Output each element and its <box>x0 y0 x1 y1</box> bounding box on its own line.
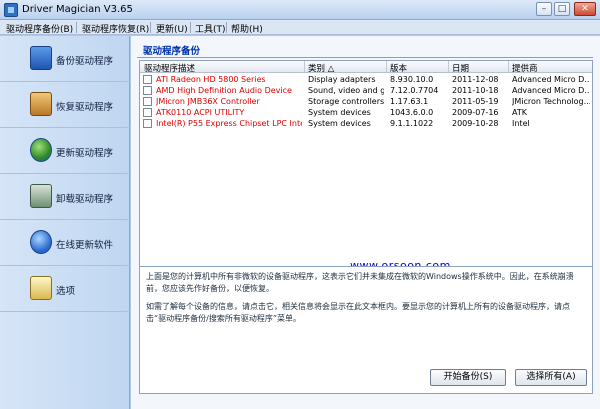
select-all-button[interactable]: 选择所有(A) <box>515 369 587 386</box>
sidebar-item-uninstall[interactable]: 卸载驱动程序 <box>0 174 130 220</box>
minimize-button[interactable]: – <box>536 2 552 16</box>
driver-provider: Intel <box>512 119 530 128</box>
sidebar-item-label: 更新驱动程序 <box>56 148 114 159</box>
row-checkbox[interactable] <box>143 86 152 95</box>
table-row[interactable]: Intel(R) P55 Express Chipset LPC Interfa… <box>140 118 592 129</box>
column-header-date[interactable]: 日期 <box>452 62 469 74</box>
column-divider[interactable] <box>448 61 449 72</box>
driver-version: 8.930.10.0 <box>390 75 434 84</box>
driver-category: Sound, video and g... <box>308 86 384 95</box>
driver-category: Display adapters <box>308 75 376 84</box>
list-header: 驱动程序描述 类别 △ 版本 日期 提供商 <box>140 61 592 74</box>
sidebar-item-backup[interactable]: 备份驱动程序 <box>0 36 130 82</box>
driver-date: 2009-07-16 <box>452 108 499 117</box>
driver-date: 2011-05-19 <box>452 97 499 106</box>
online-update-icon <box>30 230 52 254</box>
driver-category: System devices <box>308 119 371 128</box>
sidebar: 备份驱动程序 恢复驱动程序 更新驱动程序 卸载驱动程序 在线更新软件 选项 <box>0 36 130 409</box>
table-row[interactable]: AMD High Definition Audio Device Sound, … <box>140 85 592 96</box>
driver-date: 2011-12-08 <box>452 75 499 84</box>
column-header-version[interactable]: 版本 <box>390 62 407 74</box>
trash-icon <box>30 184 52 208</box>
column-header-provider[interactable]: 提供商 <box>512 62 538 74</box>
driver-date: 2011-10-18 <box>452 86 499 95</box>
column-divider[interactable] <box>386 61 387 72</box>
driver-list: 驱动程序描述 类别 △ 版本 日期 提供商 ATI Radeon HD 5800… <box>139 60 593 292</box>
close-button[interactable]: ✕ <box>574 2 596 16</box>
driver-provider: Advanced Micro D... <box>512 86 590 95</box>
driver-version: 9.1.1.1022 <box>390 119 434 128</box>
section-divider <box>137 57 593 58</box>
row-checkbox[interactable] <box>143 75 152 84</box>
driver-provider: Advanced Micro D... <box>512 75 590 84</box>
restore-button[interactable]: □ <box>554 2 570 16</box>
driver-name: Intel(R) P55 Express Chipset LPC Interfa… <box>156 119 302 128</box>
menu-separator <box>190 22 191 33</box>
driver-provider: JMicron Technolog... <box>512 97 590 106</box>
row-checkbox[interactable] <box>143 108 152 117</box>
sidebar-item-label: 选项 <box>56 286 76 297</box>
column-divider[interactable] <box>304 61 305 72</box>
menu-bar: 驱动程序备份(B) 驱动程序恢复(R) 更新(U) 工具(T) 帮助(H) <box>0 20 600 35</box>
driver-version: 7.12.0.7704 <box>390 86 439 95</box>
column-header-category[interactable]: 类别 △ <box>308 62 334 74</box>
sidebar-item-label: 备份驱动程序 <box>56 56 114 67</box>
update-globe-icon <box>30 138 52 162</box>
driver-provider: ATK <box>512 108 527 117</box>
description-text: 如需了解每个设备的信息，请点击它，相关信息将会显示在此文本框内。要显示您的计算机… <box>146 302 570 323</box>
sidebar-item-options[interactable]: 选项 <box>0 266 130 312</box>
driver-category: System devices <box>308 108 371 117</box>
table-row[interactable]: ATK0110 ACPI UTILITY System devices 1043… <box>140 107 592 118</box>
column-divider[interactable] <box>508 61 509 72</box>
menu-update[interactable]: 更新(U) <box>156 22 188 35</box>
app-icon <box>4 3 18 17</box>
driver-name: JMicron JMB36X Controller <box>156 97 260 106</box>
driver-version: 1043.6.0.0 <box>390 108 434 117</box>
row-checkbox[interactable] <box>143 119 152 128</box>
sidebar-item-restore[interactable]: 恢复驱动程序 <box>0 82 130 128</box>
sidebar-item-online-update[interactable]: 在线更新软件 <box>0 220 130 266</box>
driver-date: 2009-10-28 <box>452 119 499 128</box>
driver-name: ATK0110 ACPI UTILITY <box>156 108 245 117</box>
main-panel: 驱动程序备份 驱动程序描述 类别 △ 版本 日期 提供商 ATI Radeon … <box>131 36 600 409</box>
menu-tools[interactable]: 工具(T) <box>195 22 226 35</box>
sidebar-item-label: 在线更新软件 <box>56 240 114 251</box>
driver-category: Storage controllers <box>308 97 384 106</box>
description-text: 上面是您的计算机中所有非微软的设备驱动程序，这表示它们并未集成在微软的Windo… <box>146 272 574 293</box>
menu-separator <box>150 22 151 33</box>
driver-name: ATI Radeon HD 5800 Series <box>156 75 266 84</box>
table-row[interactable]: ATI Radeon HD 5800 Series Display adapte… <box>140 74 592 85</box>
column-header-description[interactable]: 驱动程序描述 <box>144 62 195 74</box>
menu-restore[interactable]: 驱动程序恢复(R) <box>82 22 149 35</box>
start-backup-button[interactable]: 开始备份(S) <box>430 369 506 386</box>
menu-backup[interactable]: 驱动程序备份(B) <box>6 22 73 35</box>
restore-icon <box>30 92 52 116</box>
driver-version: 1.17.63.1 <box>390 97 429 106</box>
table-row[interactable]: JMicron JMB36X Controller Storage contro… <box>140 96 592 107</box>
menu-separator <box>76 22 77 33</box>
backup-icon <box>30 46 52 70</box>
driver-name: AMD High Definition Audio Device <box>156 86 292 95</box>
row-checkbox[interactable] <box>143 97 152 106</box>
options-icon <box>30 276 52 300</box>
sidebar-item-label: 卸载驱动程序 <box>56 194 114 205</box>
title-bar: Driver Magician V3.65 – □ ✕ <box>0 0 600 20</box>
sidebar-item-update[interactable]: 更新驱动程序 <box>0 128 130 174</box>
section-title: 驱动程序备份 <box>143 46 201 57</box>
window-title: Driver Magician V3.65 <box>22 4 133 15</box>
sidebar-item-label: 恢复驱动程序 <box>56 102 114 113</box>
menu-help[interactable]: 帮助(H) <box>231 22 263 35</box>
menu-separator <box>226 22 227 33</box>
